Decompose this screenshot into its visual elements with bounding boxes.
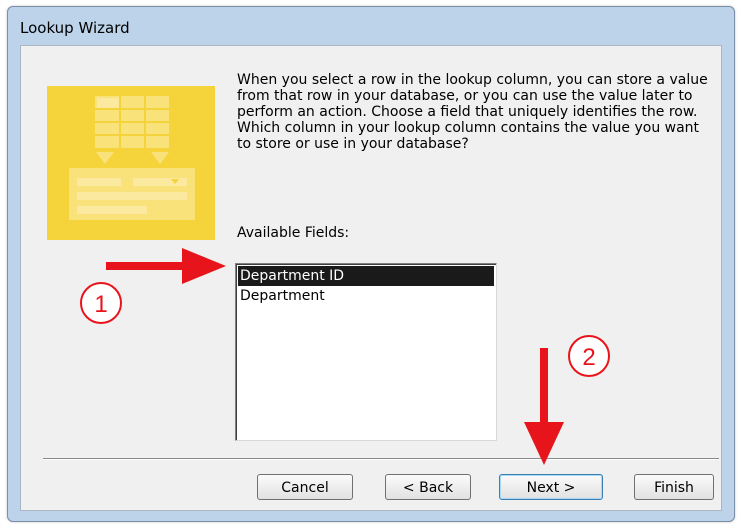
marker-2: 2 bbox=[568, 335, 610, 377]
arrow-down-icon bbox=[524, 348, 564, 465]
svg-text:2: 2 bbox=[582, 344, 595, 371]
annotation-overlay: 1 2 bbox=[80, 248, 610, 465]
arrow-right-icon bbox=[106, 248, 226, 284]
marker-1: 1 bbox=[80, 282, 122, 324]
svg-text:1: 1 bbox=[94, 291, 107, 318]
